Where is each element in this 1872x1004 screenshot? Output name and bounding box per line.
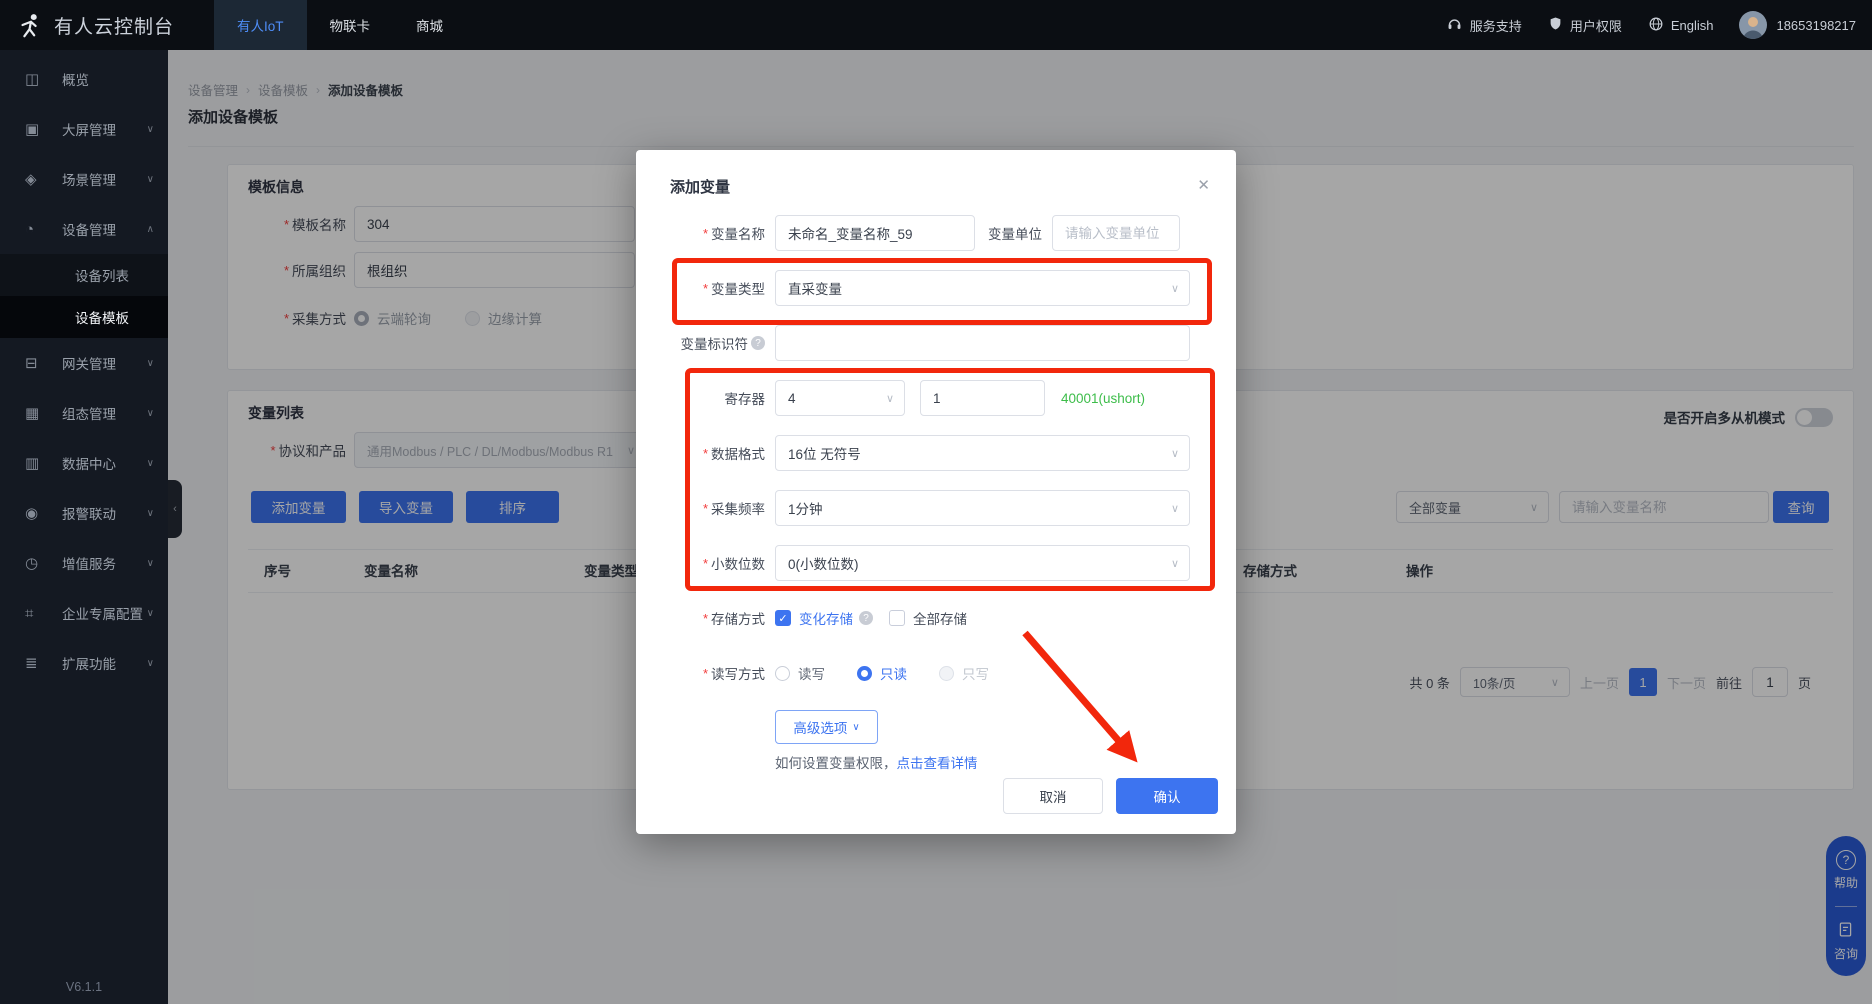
radio-read-only[interactable] (857, 666, 872, 681)
view-details-link[interactable]: 点击查看详情 (897, 756, 978, 771)
sidebar-item-enterprise-config[interactable]: ⌗ 企业专属配置 ∨ (0, 588, 168, 638)
register-address-input[interactable] (920, 380, 1045, 416)
sidebar-item-device-template[interactable]: 设备模板 (0, 296, 168, 338)
tab-iot-card[interactable]: 物联卡 (307, 0, 394, 50)
shield-icon (1548, 16, 1563, 34)
data-format-label: 数据格式 (711, 443, 765, 463)
chevron-down-icon: ∨ (147, 458, 154, 469)
gateway-icon: ⊟ (25, 354, 47, 372)
identifier-label: 变量标识符 (681, 333, 749, 353)
variable-type-select[interactable]: 直采变量 (775, 270, 1190, 306)
sidebar-item-gateway-mgmt[interactable]: ⊟ 网关管理 ∨ (0, 338, 168, 388)
avatar (1739, 11, 1767, 39)
advanced-options-button[interactable]: 高级选项 (775, 710, 878, 744)
chevron-down-icon: ∨ (147, 558, 154, 569)
value-added-icon: ◷ (25, 554, 47, 572)
chevron-down-icon: ∨ (147, 358, 154, 369)
top-nav-tabs: 有人IoT 物联卡 商城 (214, 0, 466, 50)
confirm-button[interactable]: 确认 (1116, 778, 1218, 814)
sidebar-item-device-list[interactable]: 设备列表 (0, 254, 168, 296)
alarm-icon: ◉ (25, 504, 47, 522)
collect-frequency-label: 采集频率 (711, 498, 765, 518)
sidebar-item-scene-mgmt[interactable]: ◈ 场景管理 ∨ (0, 154, 168, 204)
data-format-select[interactable]: 16位 无符号 (775, 435, 1190, 471)
language-switch-button[interactable]: English (1648, 16, 1714, 35)
sidebar-item-alarm-linkage[interactable]: ◉ 报警联动 ∨ (0, 488, 168, 538)
chevron-down-icon: ∨ (147, 174, 154, 185)
tab-usr-iot[interactable]: 有人IoT (214, 0, 307, 50)
chevron-down-icon: ∨ (147, 508, 154, 519)
radio-read-write[interactable] (775, 666, 790, 681)
sidebar-item-scada-mgmt[interactable]: ▦ 组态管理 ∨ (0, 388, 168, 438)
overview-icon: ◫ (25, 70, 47, 88)
chevron-down-icon: ∨ (147, 124, 154, 135)
storage-mode-label: 存储方式 (711, 608, 765, 628)
variable-unit-label: 变量单位 (988, 223, 1042, 243)
close-icon[interactable]: ✕ (1197, 176, 1210, 194)
sidebar-item-device-mgmt[interactable]: ◔ 设备管理 ∧ (0, 204, 168, 254)
cancel-button[interactable]: 取消 (1003, 778, 1103, 814)
data-center-icon: ▥ (25, 454, 47, 472)
chevron-down-icon: ∨ (147, 408, 154, 419)
register-type-select[interactable]: 4 (775, 380, 905, 416)
brand-title: 有人云控制台 (54, 12, 174, 39)
scada-icon: ▦ (25, 404, 47, 422)
variable-unit-input[interactable] (1052, 215, 1180, 251)
help-circle-icon: ? (859, 611, 873, 625)
radio-write-only (939, 666, 954, 681)
device-mgmt-submenu: 设备列表 设备模板 (0, 254, 168, 338)
chevron-up-icon: ∧ (147, 224, 154, 235)
decimal-places-label: 小数位数 (711, 553, 765, 573)
identifier-input[interactable] (775, 325, 1190, 361)
collect-frequency-select[interactable]: 1分钟 (775, 490, 1190, 526)
sidebar: ◫ 概览 ▣ 大屏管理 ∨ ◈ 场景管理 ∨ ◔ 设备管理 ∧ 设备列表 设备模… (0, 50, 168, 1004)
screen-icon: ▣ (25, 120, 47, 138)
topbar: 有人云控制台 有人IoT 物联卡 商城 服务支持 用户权限 (0, 0, 1872, 50)
sidebar-item-extensions[interactable]: ≣ 扩展功能 ∨ (0, 638, 168, 688)
permission-hint-text: 如何设置变量权限， (775, 756, 897, 771)
enterprise-icon: ⌗ (25, 605, 47, 622)
change-storage-checkbox[interactable]: ✓ (775, 610, 791, 626)
chevron-down-icon: ∨ (147, 658, 154, 669)
user-permission-button[interactable]: 用户权限 (1548, 16, 1622, 35)
globe-icon (1648, 16, 1664, 35)
help-circle-icon: ? (751, 336, 765, 350)
version-label: V6.1.1 (0, 980, 168, 994)
account-menu[interactable]: 18653198217 (1739, 11, 1856, 39)
sidebar-item-screen-mgmt[interactable]: ▣ 大屏管理 ∨ (0, 104, 168, 154)
sidebar-item-data-center[interactable]: ▥ 数据中心 ∨ (0, 438, 168, 488)
chevron-down-icon: ∨ (147, 608, 154, 619)
service-support-button[interactable]: 服务支持 (1446, 15, 1522, 35)
variable-name-label: 变量名称 (711, 223, 765, 243)
register-label: 寄存器 (725, 388, 766, 408)
register-address-hint: 40001(ushort) (1061, 391, 1145, 406)
device-icon: ◔ (25, 221, 47, 238)
variable-name-input[interactable] (775, 215, 975, 251)
decimal-places-select[interactable]: 0(小数位数) (775, 545, 1190, 581)
tab-mall[interactable]: 商城 (393, 0, 466, 50)
usr-logo-icon (16, 11, 44, 39)
full-storage-checkbox[interactable] (889, 610, 905, 626)
scene-icon: ◈ (25, 170, 47, 188)
variable-type-label: 变量类型 (711, 278, 765, 298)
sidebar-item-value-added[interactable]: ◷ 增值服务 ∨ (0, 538, 168, 588)
headset-icon (1446, 15, 1463, 35)
sidebar-item-overview[interactable]: ◫ 概览 (0, 54, 168, 104)
read-write-mode-label: 读写方式 (711, 663, 765, 683)
add-variable-modal: 添加变量 ✕ * 变量名称 变量单位 * 变量类型 直采变量 变量标识符 ? 寄… (636, 150, 1236, 834)
account-phone: 18653198217 (1776, 18, 1856, 33)
extensions-icon: ≣ (25, 654, 47, 672)
modal-title: 添加变量 (670, 176, 730, 197)
